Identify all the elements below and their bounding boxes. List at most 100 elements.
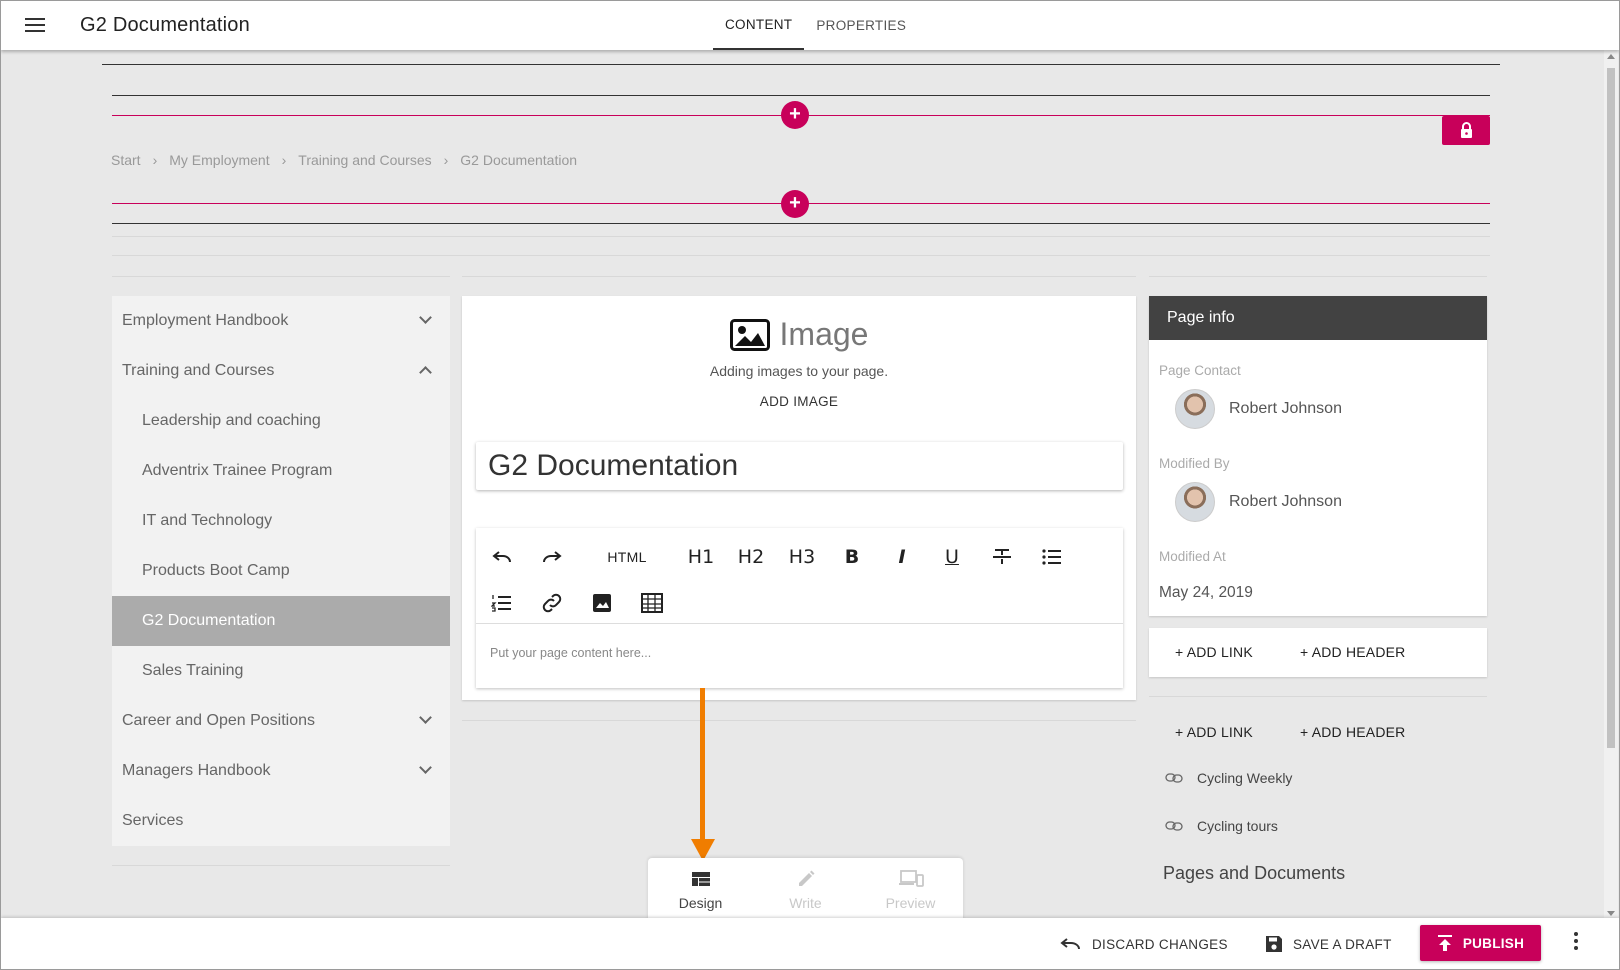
heading-2-button[interactable]: H2: [733, 542, 769, 572]
discard-changes-button[interactable]: DISCARD CHANGES: [1060, 918, 1228, 969]
content-editor-input[interactable]: Put your page content here...: [490, 646, 651, 660]
tab-properties[interactable]: PROPERTIES: [804, 1, 918, 50]
add-link-button[interactable]: + ADD LINK: [1175, 644, 1253, 660]
design-icon: [691, 872, 710, 886]
add-section-button[interactable]: +: [781, 101, 809, 129]
redo-icon[interactable]: [534, 542, 570, 572]
nav-item-adventrix[interactable]: Adventrix Trainee Program: [112, 446, 450, 496]
chevron-down-icon[interactable]: [419, 761, 432, 774]
scroll-down-arrow-icon[interactable]: [1607, 911, 1615, 916]
side-navigation: Employment Handbook Training and Courses…: [112, 296, 450, 846]
chevron-down-icon[interactable]: [419, 311, 432, 324]
strikethrough-icon[interactable]: [984, 542, 1020, 572]
add-image-button[interactable]: ADD IMAGE: [760, 394, 838, 409]
annotation-arrow: [700, 688, 705, 841]
menu-icon[interactable]: [25, 18, 45, 32]
html-button[interactable]: HTML: [597, 542, 657, 572]
modified-by[interactable]: Robert Johnson: [1175, 482, 1342, 522]
divider-line: [102, 64, 1500, 65]
insert-image-icon[interactable]: [584, 588, 620, 618]
nav-item-label: Training and Courses: [122, 362, 275, 379]
nav-item-label: Adventrix Trainee Program: [142, 462, 333, 479]
lock-icon: [1461, 122, 1472, 138]
app-window: G2 Documentation CONTENT PROPERTIES + St…: [0, 0, 1620, 970]
scroll-thumb[interactable]: [1607, 68, 1615, 748]
top-bar: G2 Documentation CONTENT PROPERTIES: [1, 1, 1619, 50]
mode-label: Preview: [885, 895, 936, 911]
breadcrumb-item[interactable]: Training and Courses: [298, 152, 431, 168]
breadcrumb-current: G2 Documentation: [460, 152, 578, 168]
nav-item-leadership[interactable]: Leadership and coaching: [112, 396, 450, 446]
add-header-button[interactable]: + ADD HEADER: [1300, 724, 1406, 740]
nav-item-employment-handbook[interactable]: Employment Handbook: [112, 296, 450, 346]
nav-item-services[interactable]: Services: [112, 796, 450, 846]
heading-3-button[interactable]: H3: [784, 542, 820, 572]
app-title: G2 Documentation: [80, 14, 250, 36]
nav-item-it-technology[interactable]: IT and Technology: [112, 496, 450, 546]
bulleted-list-icon[interactable]: [1034, 542, 1070, 572]
link-icon: [1165, 821, 1183, 831]
nav-item-managers-handbook[interactable]: Managers Handbook: [112, 746, 450, 796]
chevron-down-icon[interactable]: [419, 711, 432, 724]
mode-label: Design: [678, 895, 723, 911]
scroll-up-arrow-icon[interactable]: [1607, 54, 1615, 59]
lock-button[interactable]: [1442, 116, 1490, 145]
divider-line: [462, 276, 1136, 277]
nav-item-products-boot-camp[interactable]: Products Boot Camp: [112, 546, 450, 596]
link-item[interactable]: Cycling Weekly: [1165, 770, 1292, 786]
more-options-icon[interactable]: [1571, 932, 1581, 956]
divider-line: [462, 720, 1136, 721]
divider-line: [112, 276, 450, 277]
modified-by-name: Robert Johnson: [1229, 493, 1342, 510]
editor-card: Image Adding images to your page. ADD IM…: [462, 296, 1136, 700]
chevron-right-icon: ›: [443, 152, 449, 168]
nav-item-g2-documentation[interactable]: G2 Documentation: [112, 596, 450, 646]
mode-write-button[interactable]: Write: [753, 858, 858, 920]
breadcrumb-item[interactable]: Start: [111, 152, 141, 168]
pages-documents-heading: Pages and Documents: [1163, 863, 1346, 883]
page-info-header: Page info: [1149, 296, 1487, 340]
bold-button[interactable]: B: [834, 542, 870, 572]
chevron-up-icon[interactable]: [419, 366, 432, 379]
link-item-label: Cycling tours: [1197, 818, 1278, 834]
chevron-right-icon: ›: [152, 152, 158, 168]
add-header-button[interactable]: + ADD HEADER: [1300, 644, 1406, 660]
link-item-label: Cycling Weekly: [1197, 770, 1293, 786]
mode-design-button[interactable]: Design: [648, 858, 753, 920]
mode-switcher: Design Write Preview: [648, 858, 963, 920]
nav-item-sales-training[interactable]: Sales Training: [112, 646, 450, 696]
undo-icon[interactable]: [484, 542, 520, 572]
divider-line: [112, 255, 1490, 256]
nav-item-label: Products Boot Camp: [142, 562, 290, 579]
numbered-list-icon[interactable]: [484, 588, 520, 618]
divider-line: [112, 223, 1490, 224]
editor-toolbar: HTML H1 H2 H3 B I U: [476, 528, 1123, 624]
avatar: [1175, 482, 1215, 522]
italic-button[interactable]: I: [884, 542, 920, 572]
link-item[interactable]: Cycling tours: [1165, 818, 1278, 834]
page-title-input[interactable]: G2 Documentation: [476, 442, 1123, 490]
add-link-button[interactable]: + ADD LINK: [1175, 724, 1253, 740]
underline-button[interactable]: U: [934, 542, 970, 572]
add-section-button[interactable]: +: [781, 190, 809, 218]
undo-icon: [1060, 938, 1080, 950]
pencil-icon: [798, 870, 814, 886]
nav-item-career[interactable]: Career and Open Positions: [112, 696, 450, 746]
page-contact[interactable]: Robert Johnson: [1175, 389, 1342, 429]
table-icon[interactable]: [634, 588, 670, 618]
image-icon: [729, 318, 770, 351]
mode-preview-button[interactable]: Preview: [858, 858, 963, 920]
nav-item-label: IT and Technology: [142, 512, 273, 529]
heading-1-button[interactable]: H1: [683, 542, 719, 572]
divider-line: [112, 95, 1490, 96]
save-draft-button[interactable]: SAVE A DRAFT: [1265, 918, 1392, 969]
link-icon[interactable]: [534, 588, 570, 618]
tab-content[interactable]: CONTENT: [713, 1, 805, 50]
page-contact-label: Page Contact: [1159, 363, 1241, 378]
scrollbar[interactable]: [1604, 50, 1618, 920]
nav-item-training-and-courses[interactable]: Training and Courses: [112, 346, 450, 396]
breadcrumb-item[interactable]: My Employment: [169, 152, 269, 168]
divider-line: [1149, 276, 1487, 277]
modified-at-value: May 24, 2019: [1159, 584, 1253, 601]
publish-button[interactable]: PUBLISH: [1420, 925, 1541, 961]
